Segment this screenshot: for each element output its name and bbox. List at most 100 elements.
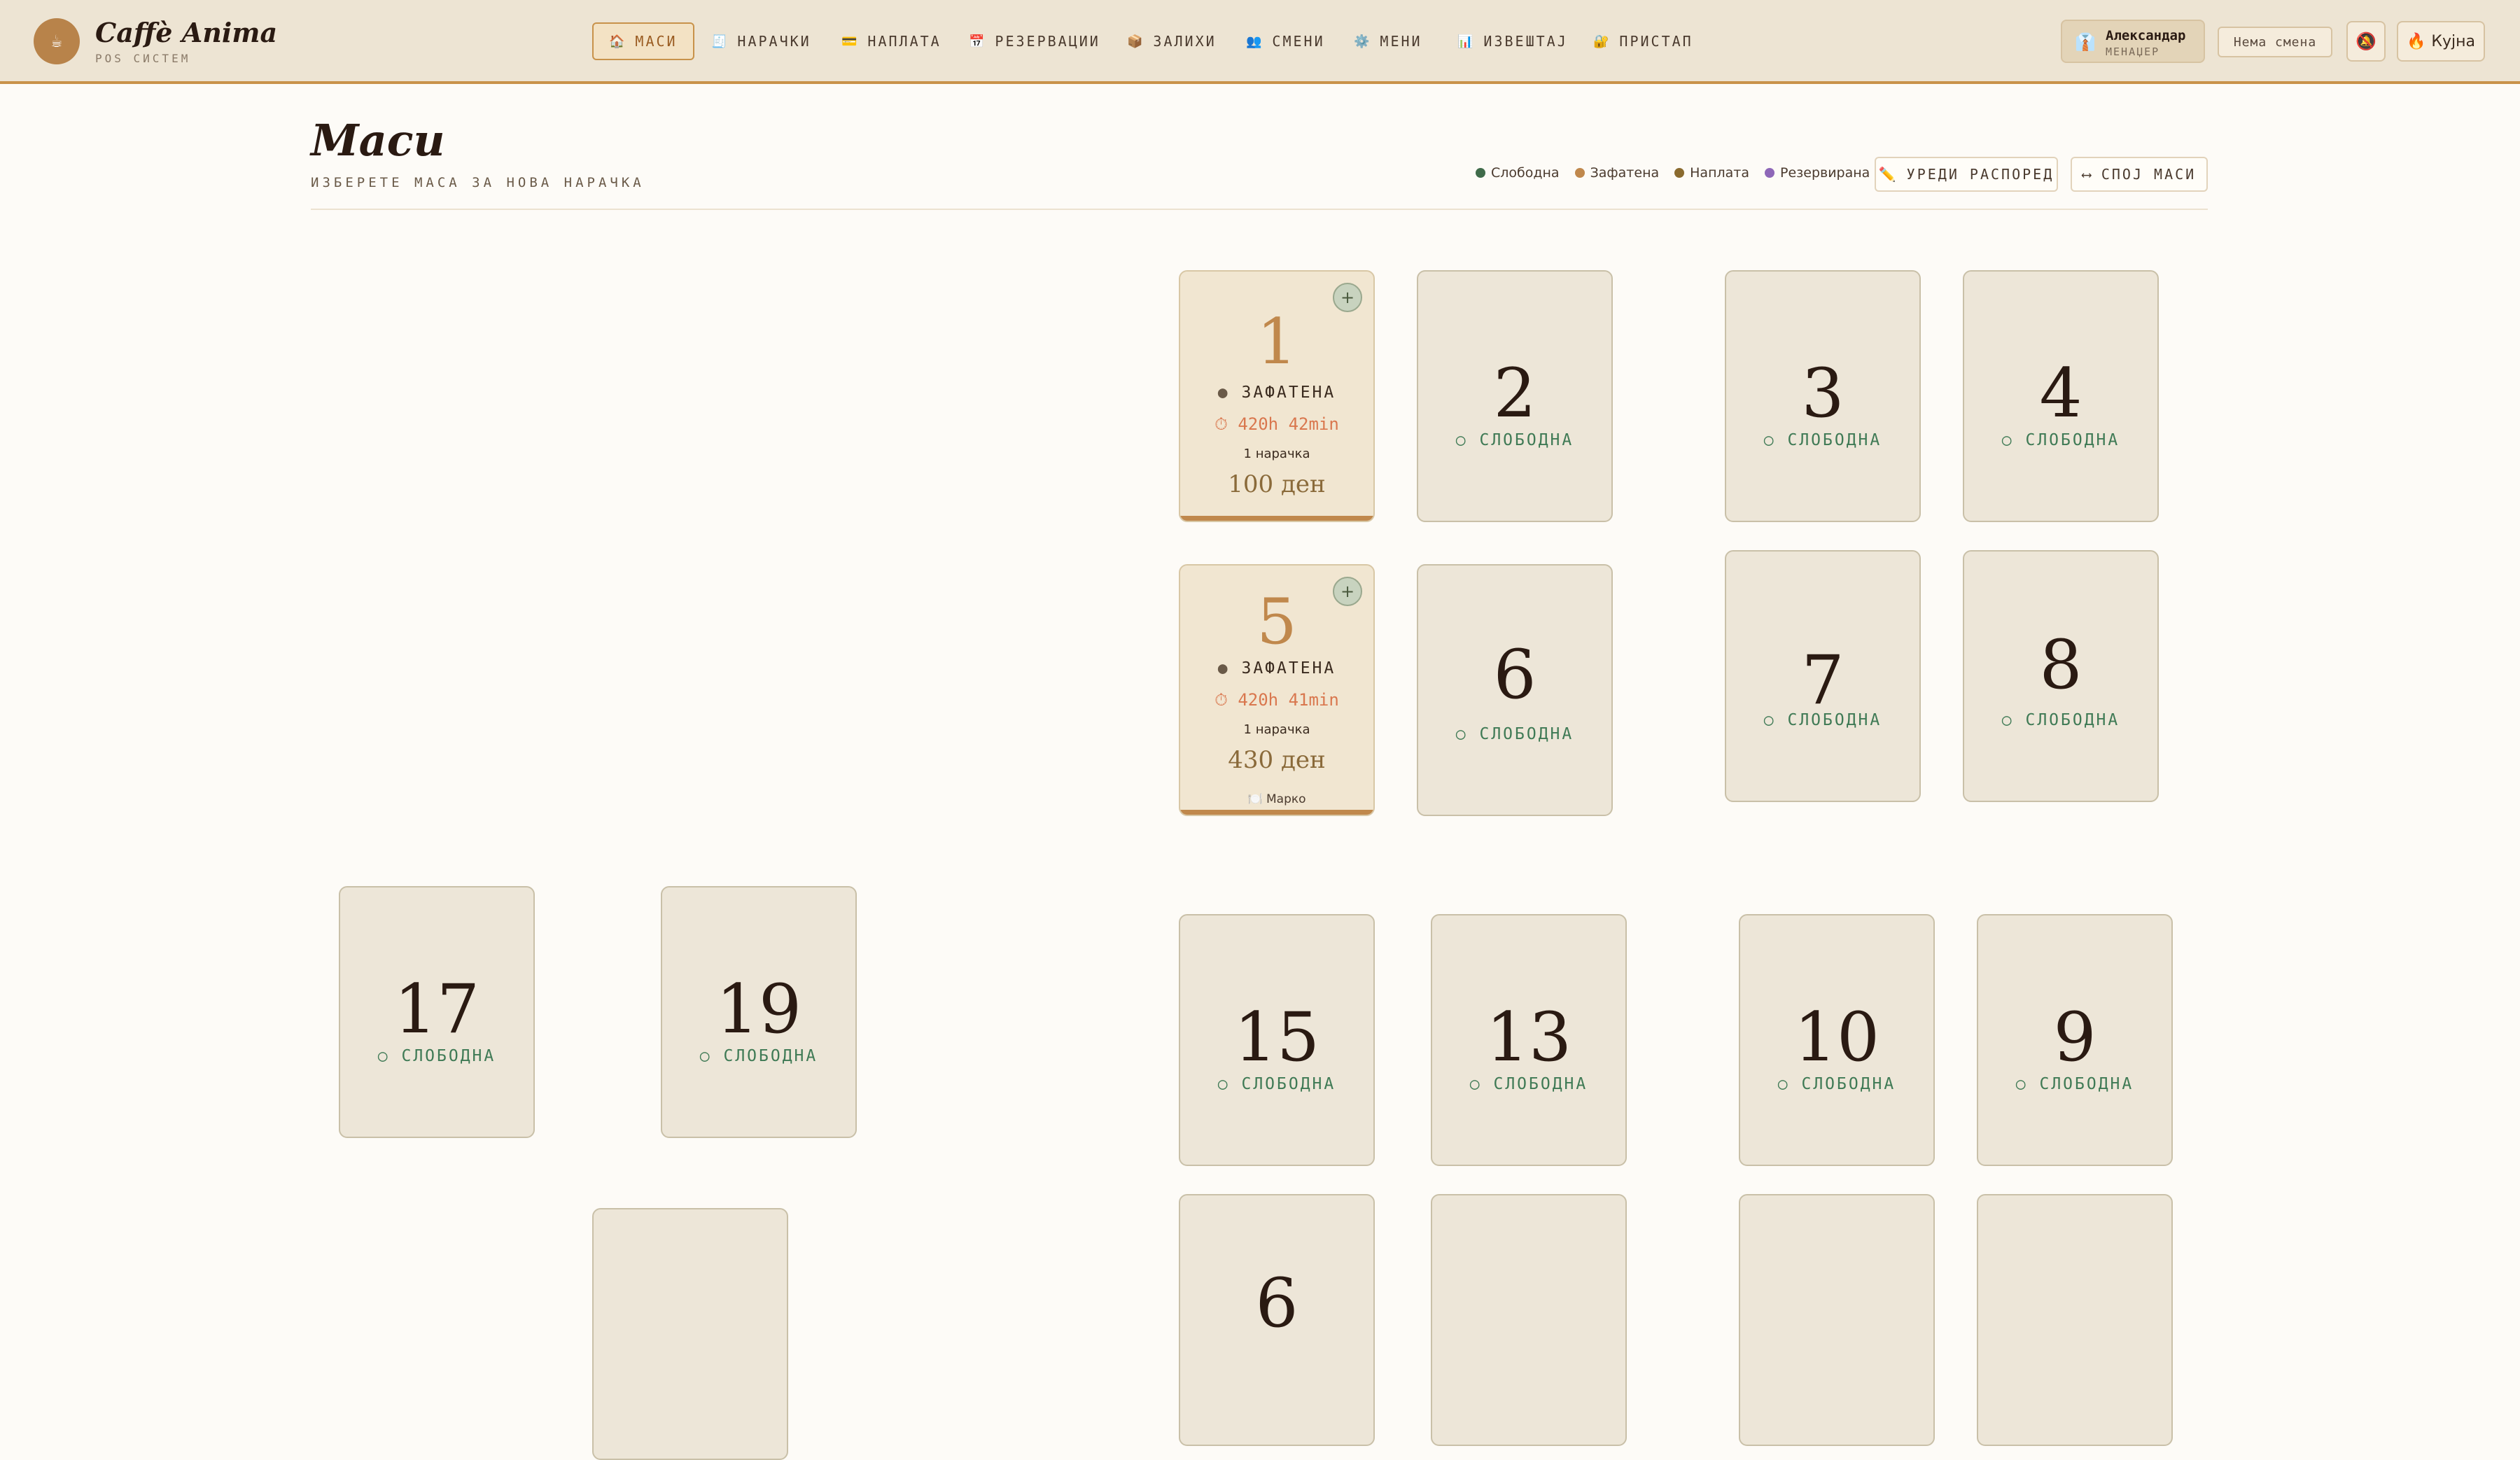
status-label: СЛОБОДНА [1801, 1075, 1896, 1093]
kitchen-button[interactable]: 🔥 Кујна [2397, 21, 2485, 62]
table-card-partial[interactable] [1977, 1194, 2173, 1446]
status-dot-icon: ● [1217, 384, 1230, 402]
status-label: СЛОБОДНА [2039, 1075, 2134, 1093]
nav-orders[interactable]: 🧾 НАРАЧКИ [694, 22, 828, 60]
table-card-4[interactable]: 4 ○ СЛОБОДНА [1963, 270, 2159, 522]
nav-shifts[interactable]: 👥 СМЕНИ [1229, 22, 1342, 60]
table-card-1[interactable]: + 1 ● ЗАФАТЕНА ⏱ 420h 42min 1 нарачка 10… [1179, 270, 1375, 522]
nav-inventory[interactable]: 📦 ЗАЛИХИ [1110, 22, 1233, 60]
nav-reports[interactable]: 📊 ИЗВЕШТАЈ [1441, 22, 1585, 60]
user-name: Александар [2106, 28, 2186, 43]
table-card-7[interactable]: 7 ○ СЛОБОДНА [1725, 550, 1921, 802]
payment-dot-icon [1674, 168, 1685, 178]
nav-label: МАСИ [635, 33, 678, 50]
table-number: 7 [1801, 641, 1844, 720]
table-number: 5 [1256, 585, 1297, 659]
status-label: СЛОБОДНА [1493, 1075, 1588, 1093]
status-dot-icon: ○ [699, 1047, 712, 1065]
nav-reservations[interactable]: 📅 РЕЗЕРВАЦИИ [952, 22, 1117, 60]
table-number: 13 [1485, 998, 1572, 1076]
table-status: ○ СЛОБОДНА [1740, 1075, 1933, 1093]
top-bar: ☕ Caffè Anima POS СИСТЕМ 🏠 МАСИ 🧾 НАРАЧК… [0, 0, 2520, 84]
chart-icon: 📊 [1457, 34, 1476, 49]
nav-label: РЕЗЕРВАЦИИ [995, 33, 1100, 50]
table-status: ○ СЛОБОДНА [1726, 431, 1919, 449]
table-number: 8 [2039, 626, 2082, 704]
merge-tables-button[interactable]: ⟷ СПОЈ МАСИ [2071, 157, 2208, 192]
app-name: Caffè Anima [95, 17, 278, 48]
coffee-logo-icon: ☕ [34, 18, 80, 64]
table-status: ○ СЛОБОДНА [1418, 725, 1611, 743]
table-card-5[interactable]: + 5 ● ЗАФАТЕНА ⏱ 420h 41min 1 нарачка 43… [1179, 564, 1375, 816]
occupied-bar [1180, 810, 1373, 815]
legend-occupied: Зафатена [1574, 165, 1659, 181]
status-label: СЛОБОДНА [1787, 431, 1882, 449]
status-legend: Слободна Зафатена Наплата Резервирана [1476, 165, 1870, 181]
table-status: ○ СЛОБОДНА [340, 1047, 533, 1065]
merge-arrows-icon: ⟷ [2082, 166, 2093, 183]
occupied-bar [1180, 516, 1373, 521]
shift-status-button[interactable]: Нема смена [2218, 27, 2332, 57]
table-card-partial[interactable] [592, 1208, 788, 1460]
table-card-partial[interactable] [1739, 1194, 1935, 1446]
nav-label: ЗАЛИХИ [1153, 33, 1217, 50]
table-card-10[interactable]: 10 ○ СЛОБОДНА [1739, 914, 1935, 1166]
status-label: СЛОБОДНА [1241, 1075, 1336, 1093]
status-dot-icon: ○ [2001, 431, 2014, 449]
status-label: ЗАФАТЕНА [1241, 384, 1336, 402]
gear-icon: ⚙️ [1354, 34, 1372, 49]
legend-label: Слободна [1491, 165, 1560, 181]
lock-icon: 🔐 [1593, 34, 1611, 49]
legend-reserved: Резервирана [1765, 165, 1870, 181]
table-status: ● ЗАФАТЕНА [1180, 384, 1373, 402]
table-total: 430 ден [1228, 746, 1326, 774]
user-role: МЕНАЏЕР [2106, 45, 2160, 58]
user-profile[interactable]: 👔 Александар МЕНАЏЕР [2061, 20, 2205, 63]
table-card-19[interactable]: 19 ○ СЛОБОДНА [661, 886, 857, 1138]
table-card-6[interactable]: 6 ○ СЛОБОДНА [1417, 564, 1613, 816]
status-label: СЛОБОДНА [1479, 725, 1574, 743]
nav-access[interactable]: 🔐 ПРИСТАП [1576, 22, 1710, 60]
table-status: ○ СЛОБОДНА [662, 1047, 855, 1065]
legend-label: Наплата [1690, 165, 1749, 181]
box-icon: 📦 [1127, 34, 1145, 49]
table-card-partial[interactable]: 6 [1179, 1194, 1375, 1446]
table-card-8[interactable]: 8 ○ СЛОБОДНА [1963, 550, 2159, 802]
notifications-muted-button[interactable]: 🔕 [2346, 21, 2386, 62]
table-card-13[interactable]: 13 ○ СЛОБОДНА [1431, 914, 1627, 1166]
add-order-button[interactable]: + [1333, 283, 1362, 312]
header-divider [311, 209, 2208, 210]
status-label: СЛОБОДНА [2025, 431, 2120, 449]
table-number: 9 [2053, 998, 2096, 1076]
table-number: 6 [1255, 1264, 1298, 1342]
table-number: 17 [393, 970, 480, 1048]
app-subtitle: POS СИСТЕМ [95, 52, 191, 65]
status-dot-icon: ○ [377, 1047, 390, 1065]
table-card-9[interactable]: 9 ○ СЛОБОДНА [1977, 914, 2173, 1166]
table-card-partial[interactable] [1431, 1194, 1627, 1446]
nav-label: НАРАЧКИ [737, 33, 811, 50]
table-number: 15 [1233, 998, 1320, 1076]
table-status: ○ СЛОБОДНА [1978, 1075, 2171, 1093]
table-card-2[interactable]: 2 ○ СЛОБОДНА [1417, 270, 1613, 522]
status-dot-icon: ○ [1455, 725, 1468, 743]
reserved-dot-icon [1765, 168, 1774, 178]
table-number: 6 [1493, 636, 1536, 714]
table-status: ○ СЛОБОДНА [1432, 1075, 1625, 1093]
edit-layout-button[interactable]: ✏️ УРЕДИ РАСПОРЕД [1875, 157, 2058, 192]
page-subtitle: ИЗБЕРЕТЕ МАСА ЗА НОВА НАРАЧКА [311, 175, 645, 190]
status-dot-icon: ○ [2015, 1075, 2028, 1093]
table-status: ● ЗАФАТЕНА [1180, 659, 1373, 678]
status-dot-icon: ○ [1469, 1075, 1482, 1093]
table-card-3[interactable]: 3 ○ СЛОБОДНА [1725, 270, 1921, 522]
nav-menu[interactable]: ⚙️ МЕНИ [1337, 22, 1439, 60]
nav-tables[interactable]: 🏠 МАСИ [592, 22, 694, 60]
table-card-15[interactable]: 15 ○ СЛОБОДНА [1179, 914, 1375, 1166]
merge-tables-label: СПОЈ МАСИ [2101, 166, 2197, 183]
nav-payment[interactable]: 💳 НАПЛАТА [825, 22, 958, 60]
status-label: СЛОБОДНА [1787, 711, 1882, 729]
receipt-icon: 🧾 [711, 34, 729, 49]
table-total: 100 ден [1228, 470, 1326, 498]
nav-label: СМЕНИ [1272, 33, 1325, 50]
table-card-17[interactable]: 17 ○ СЛОБОДНА [339, 886, 535, 1138]
